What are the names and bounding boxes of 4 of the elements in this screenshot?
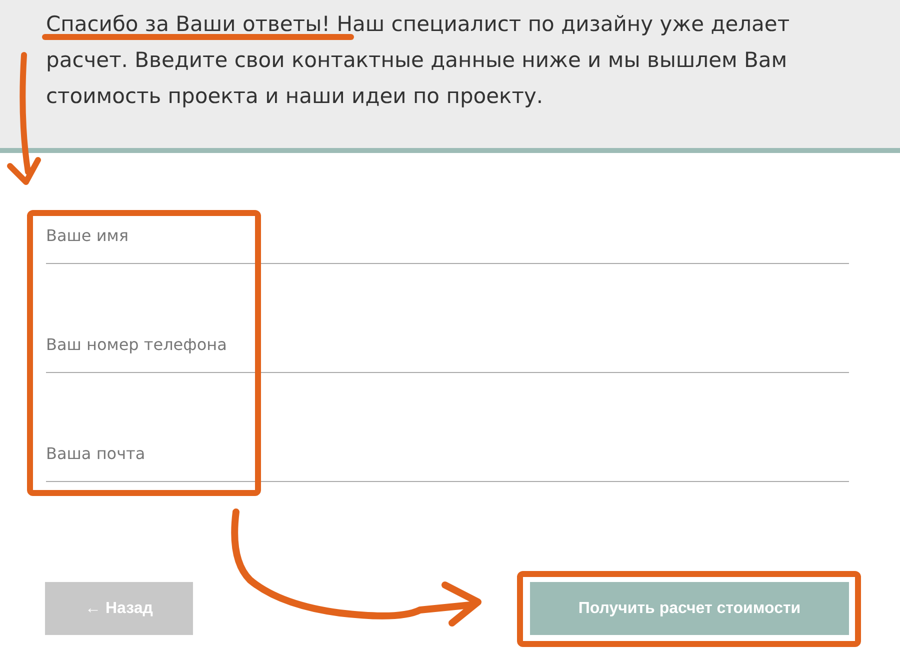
submit-button[interactable]: Получить расчет стоимости [530,582,849,635]
input-field[interactable]: Ваш номер телефона [46,316,849,373]
input-field[interactable]: Ваше имя [46,207,849,264]
input-field[interactable]: Ваша почта [46,425,849,482]
